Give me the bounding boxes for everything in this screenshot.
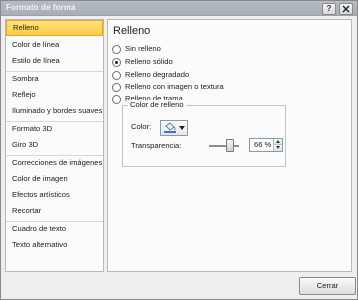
transparency-spinbox[interactable]: 66 % [249,138,283,152]
sidebar-item-correcciones[interactable]: Correcciones de imágenes [6,155,103,171]
color-label: Color: [131,122,152,131]
sidebar-item-label: Giro 3D [12,140,39,149]
close-icon [342,5,350,13]
sidebar-item-iluminado[interactable]: Iluminado y bordes suaves [6,103,103,119]
sidebar-item-sombra[interactable]: Sombra [6,71,103,87]
format-shape-dialog: Formato de forma ? Relleno Color de líne… [0,0,358,300]
sidebar-item-label: Correcciones de imágenes [12,158,103,167]
color-picker-button[interactable] [160,120,188,136]
radio-button-selected-icon [112,58,121,67]
sidebar-item-recortar[interactable]: Recortar [6,203,103,219]
sidebar-item-label: Efectos artísticos [12,190,70,199]
sidebar-item-label: Recortar [12,206,42,215]
sidebar-item-texto-alternativo[interactable]: Texto alternativo [6,237,103,253]
close-button[interactable]: Cerrar [299,277,356,295]
panel-title: Relleno [113,25,151,37]
sidebar-item-giro-3d[interactable]: Giro 3D [6,137,103,153]
radio-button-icon [112,95,121,104]
transparency-label: Transparencia: [131,141,182,150]
sidebar-item-color-de-linea[interactable]: Color de línea [6,37,103,53]
group-title: Color de relleno [128,100,186,109]
sidebar-item-reflejo[interactable]: Reflejo [6,87,103,103]
radio-button-icon [112,71,121,80]
sidebar-item-estilo-de-linea[interactable]: Estilo de línea [6,53,103,69]
radio-label: Relleno degradado [125,70,190,79]
transparency-slider-track[interactable] [209,145,239,148]
sidebar-item-label: Color de imagen [12,174,68,183]
sidebar-item-relleno[interactable]: Relleno [6,20,103,36]
sidebar-item-label: Cuadro de texto [12,224,67,233]
transparency-slider-thumb[interactable] [225,139,234,152]
sidebar-item-label: Relleno [13,23,39,32]
sidebar-item-formato-3d[interactable]: Formato 3D [6,121,103,137]
sidebar-item-cuadro-de-texto[interactable]: Cuadro de texto [6,221,103,237]
radio-label: Relleno con imagen o textura [125,82,224,91]
close-window-button[interactable] [339,3,353,15]
chevron-down-icon [179,126,185,130]
sidebar-item-label: Formato 3D [12,124,53,133]
sidebar-item-color-de-imagen[interactable]: Color de imagen [6,171,103,187]
window-title: Formato de forma [6,3,76,12]
sidebar-item-label: Color de línea [12,40,60,49]
fill-color-group: Color de relleno Color: Transparencia: 6… [122,100,286,167]
sidebar-item-label: Texto alternativo [12,240,68,249]
sidebar-item-efectos-artisticos[interactable]: Efectos artísticos [6,187,103,203]
radio-label: Sin relleno [125,44,161,53]
radio-button-icon [112,83,121,92]
paint-bucket-icon [164,122,176,133]
radio-label: Relleno sólido [125,57,173,66]
help-button[interactable]: ? [322,3,336,15]
spin-down-button[interactable] [274,145,282,151]
sidebar-item-label: Estilo de línea [12,56,60,65]
sidebar-item-label: Reflejo [12,90,36,99]
fill-panel: Relleno Sin relleno Relleno sólido Relle… [107,19,352,272]
sidebar-item-label: Iluminado y bordes suaves [12,106,103,115]
spin-buttons [273,139,282,151]
sidebar-item-label: Sombra [12,74,39,83]
transparency-value: 66 % [254,140,272,149]
radio-button-icon [112,45,121,54]
title-bar: Formato de forma ? [1,1,357,16]
category-sidebar: Relleno Color de línea Estilo de línea S… [5,19,104,272]
